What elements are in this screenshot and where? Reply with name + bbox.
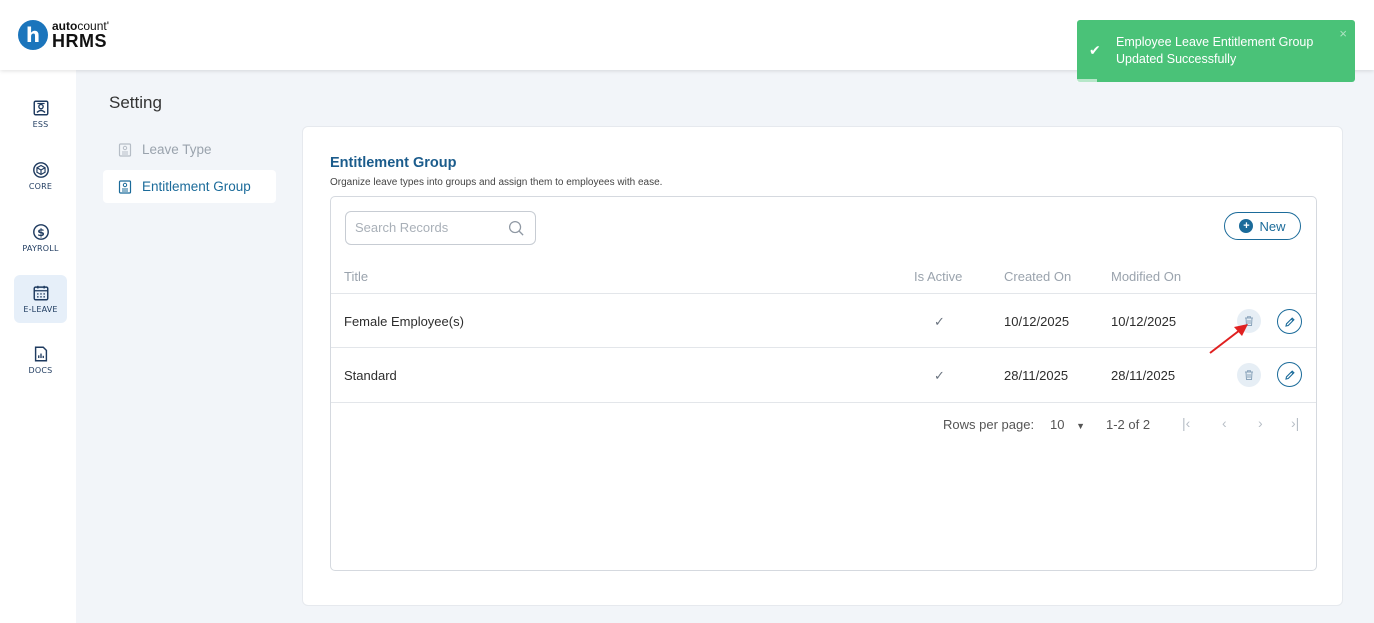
column-header-title[interactable]: Title xyxy=(344,269,368,284)
rows-per-page-label: Rows per page: xyxy=(943,417,1035,432)
cell-title: Female Employee(s) xyxy=(344,314,464,329)
section-subtitle: Organize leave types into groups and ass… xyxy=(330,177,663,188)
section-title: Entitlement Group xyxy=(330,155,457,171)
pencil-icon xyxy=(1284,369,1295,380)
records-table-panel: + New Title Is Active Created On Modifie… xyxy=(330,196,1317,571)
rows-per-page-select[interactable]: 10 ▼ xyxy=(1050,417,1085,432)
next-page-icon[interactable]: › xyxy=(1258,415,1263,431)
module-rail: ESS CORE $ PAYROLL E-LEAVE DOCS xyxy=(0,70,76,623)
pagination-range: 1-2 of 2 xyxy=(1106,417,1151,432)
pencil-icon xyxy=(1284,316,1295,327)
rows-per-page-value: 10 xyxy=(1050,417,1065,432)
last-page-icon[interactable]: ›| xyxy=(1291,415,1299,431)
rail-item-ess[interactable]: ESS xyxy=(14,90,67,138)
subnav-item-leave-type[interactable]: Leave Type xyxy=(103,133,276,166)
new-button-label: New xyxy=(1259,218,1286,234)
dollar-icon: $ xyxy=(32,224,49,240)
column-header-created-on[interactable]: Created On xyxy=(1004,269,1071,284)
cell-created-on: 28/11/2025 xyxy=(1004,368,1069,383)
new-button[interactable]: + New xyxy=(1224,212,1301,240)
logo-mark: h xyxy=(18,20,48,50)
row-divider xyxy=(331,293,1316,294)
calendar-icon xyxy=(33,285,48,301)
column-header-is-active[interactable]: Is Active xyxy=(914,269,962,284)
search-icon[interactable] xyxy=(508,220,525,237)
check-icon: ✔ xyxy=(1089,42,1101,58)
document-chart-icon xyxy=(34,346,47,362)
page-title: Setting xyxy=(109,93,162,112)
trash-icon xyxy=(1245,370,1253,380)
annotation-arrow xyxy=(1209,324,1248,354)
rail-label: E-LEAVE xyxy=(23,305,58,314)
document-icon xyxy=(118,179,132,194)
rail-label: ESS xyxy=(32,120,49,129)
subnav-label: Leave Type xyxy=(142,142,212,157)
prev-page-icon[interactable]: ‹ xyxy=(1222,415,1227,431)
logo-text: autocount' HRMS xyxy=(52,20,109,50)
cube-icon xyxy=(32,162,49,178)
rail-label: CORE xyxy=(28,182,53,191)
subnav-label: Entitlement Group xyxy=(142,179,251,194)
toast-progress-bar xyxy=(1077,79,1097,82)
cell-created-on: 10/12/2025 xyxy=(1004,314,1070,329)
check-icon: ✓ xyxy=(934,314,945,329)
rail-item-payroll[interactable]: $ PAYROLL xyxy=(14,214,67,262)
id-card-icon xyxy=(33,100,48,116)
rail-item-core[interactable]: CORE xyxy=(14,152,67,200)
edit-button[interactable] xyxy=(1277,309,1302,334)
rail-label: DOCS xyxy=(28,366,53,375)
cell-title: Standard xyxy=(344,368,397,383)
close-icon[interactable]: × xyxy=(1339,26,1347,41)
delete-button[interactable] xyxy=(1237,363,1261,387)
row-divider xyxy=(331,347,1316,348)
cell-modified-on: 28/11/2025 xyxy=(1111,368,1176,383)
rail-item-docs[interactable]: DOCS xyxy=(14,336,67,384)
rail-item-e-leave[interactable]: E-LEAVE xyxy=(14,275,67,323)
column-header-modified-on[interactable]: Modified On xyxy=(1111,269,1181,284)
app-logo[interactable]: h autocount' HRMS xyxy=(18,20,109,50)
success-toast: ✔ Employee Leave Entitlement Group Updat… xyxy=(1077,20,1355,82)
row-divider xyxy=(331,402,1316,403)
check-icon: ✓ xyxy=(934,368,945,383)
rail-label: PAYROLL xyxy=(22,244,59,253)
toast-message: Employee Leave Entitlement Group Updated… xyxy=(1116,35,1314,66)
subnav-item-entitlement-group[interactable]: Entitlement Group xyxy=(103,170,276,203)
svg-text:$: $ xyxy=(37,226,45,239)
plus-icon: + xyxy=(1239,219,1254,233)
search-input[interactable] xyxy=(355,220,505,235)
logo-mark-symbol: ' xyxy=(106,19,109,33)
edit-button[interactable] xyxy=(1277,362,1302,387)
entitlement-group-card: Entitlement Group Organize leave types i… xyxy=(302,126,1343,606)
document-icon xyxy=(118,142,132,157)
caret-down-icon: ▼ xyxy=(1076,421,1086,431)
search-box xyxy=(345,211,536,245)
first-page-icon[interactable]: |‹ xyxy=(1182,415,1190,431)
logo-hrms: HRMS xyxy=(52,31,107,51)
cell-modified-on: 10/12/2025 xyxy=(1111,314,1177,329)
